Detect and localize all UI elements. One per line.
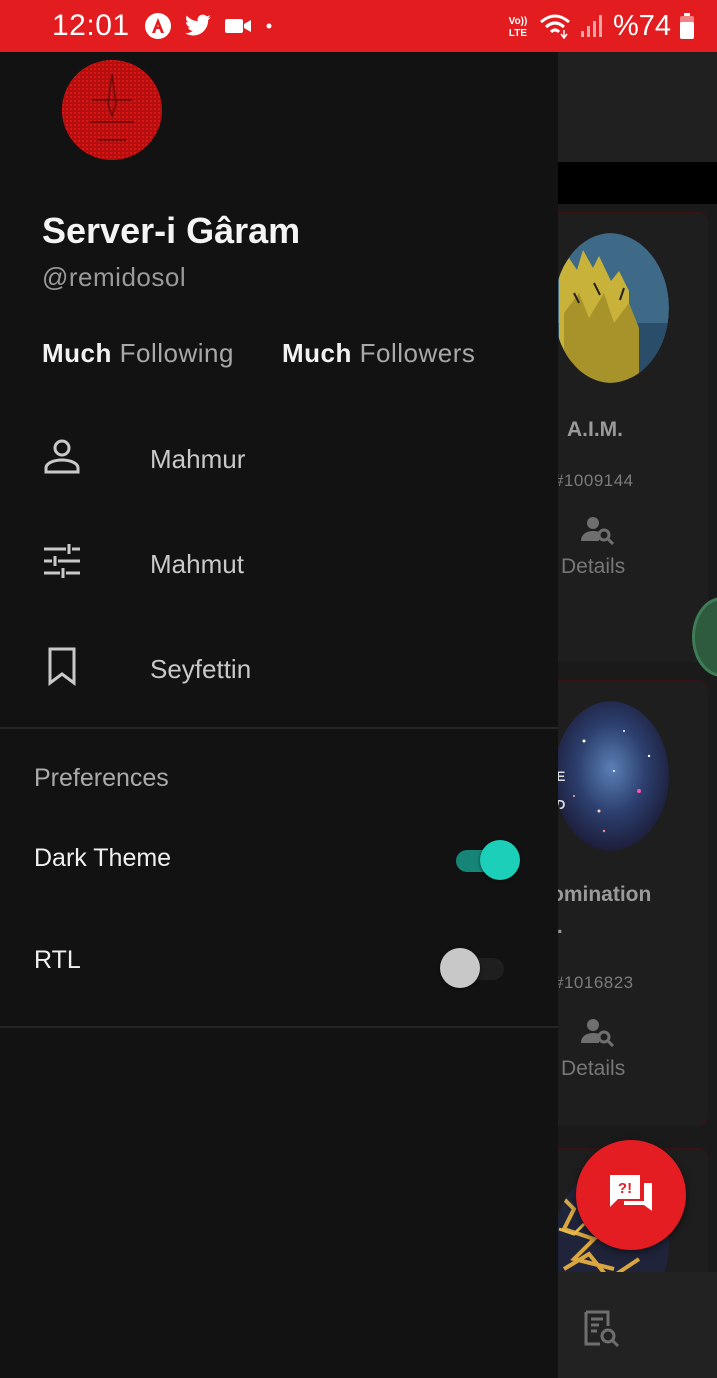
feedback-chat-icon: ?! bbox=[610, 1175, 652, 1211]
menu-divider bbox=[0, 727, 558, 729]
content-card[interactable]: A.I.M. #1009144 Details bbox=[548, 212, 708, 662]
dark-theme-switch[interactable] bbox=[456, 840, 520, 880]
angular-icon bbox=[144, 13, 171, 39]
drawer-item-mahmut[interactable]: Mahmut bbox=[0, 513, 558, 613]
volte-icon: Vo))LTE bbox=[509, 16, 528, 39]
avatar-image bbox=[62, 60, 162, 160]
navigation-drawer: Server-i Gâram @remidosol Much Following… bbox=[0, 52, 558, 1378]
wifi-icon bbox=[539, 14, 570, 40]
content-card[interactable]: E D omination .. #1016823 Details bbox=[548, 680, 708, 1126]
person-search-icon bbox=[581, 517, 615, 545]
status-bar: 12:01 Vo)) LTE %74 bbox=[0, 0, 717, 52]
followers-link[interactable]: Much Followers bbox=[282, 338, 475, 369]
drawer-item-seyfettin[interactable]: Seyfettin bbox=[0, 618, 558, 718]
following-label: Following bbox=[119, 338, 234, 368]
profile-name: Server-i Gâram bbox=[42, 210, 301, 251]
card-thumbnail-image bbox=[554, 233, 669, 383]
svg-text:Vo)): Vo)) bbox=[509, 16, 528, 27]
dark-theme-row[interactable]: Dark Theme bbox=[0, 820, 558, 900]
switch-thumb bbox=[480, 840, 520, 880]
followers-count: Much bbox=[282, 338, 352, 368]
status-system-icons: Vo)) LTE %74 bbox=[505, 10, 695, 43]
rtl-row[interactable]: RTL bbox=[0, 922, 558, 1002]
battery-icon bbox=[680, 13, 694, 39]
app-screen: 12:01 Vo)) LTE %74 A.I.M. #1009144 Detai… bbox=[0, 0, 717, 1378]
card-id: #1009144 bbox=[554, 471, 634, 490]
person-search-icon bbox=[581, 1019, 615, 1047]
avatar[interactable] bbox=[62, 60, 162, 160]
card-title: omination bbox=[551, 883, 652, 906]
feedback-fab-button[interactable]: ?! bbox=[576, 1140, 686, 1250]
video-camera-icon bbox=[224, 19, 251, 33]
following-count: Much bbox=[42, 338, 112, 368]
search-list-icon[interactable] bbox=[580, 1308, 620, 1348]
preferences-divider bbox=[0, 1026, 558, 1028]
battery-percentage: %74 bbox=[612, 9, 671, 42]
drawer-item-label: Mahmur bbox=[150, 444, 246, 474]
twitter-icon bbox=[184, 14, 211, 36]
card-title: A.I.M. bbox=[567, 418, 623, 441]
svg-text:LTE: LTE bbox=[509, 28, 527, 39]
svg-text:?!: ?! bbox=[618, 1180, 632, 1197]
tune-sliders-icon bbox=[44, 544, 80, 578]
rtl-switch[interactable] bbox=[440, 948, 504, 988]
signal-icon bbox=[580, 15, 602, 37]
preferences-heading: Preferences bbox=[34, 764, 169, 792]
drawer-item-mahmur[interactable]: Mahmur bbox=[0, 408, 558, 508]
drawer-item-label: Seyfettin bbox=[150, 654, 252, 684]
card-details-button[interactable]: Details bbox=[561, 1057, 625, 1081]
drawer-item-label: Mahmut bbox=[150, 549, 244, 579]
person-icon bbox=[44, 439, 80, 474]
card-thumbnail-image: E D bbox=[554, 701, 669, 851]
status-time: 12:01 bbox=[52, 9, 130, 42]
dot-icon bbox=[266, 23, 272, 29]
card-id: #1016823 bbox=[554, 973, 634, 992]
status-notification-icons bbox=[144, 12, 274, 40]
profile-handle: @remidosol bbox=[42, 262, 187, 292]
dark-theme-label: Dark Theme bbox=[34, 844, 172, 872]
rtl-label: RTL bbox=[34, 946, 81, 974]
bottom-navigation-bar bbox=[558, 1272, 717, 1378]
bookmark-icon bbox=[48, 647, 76, 686]
card-details-button[interactable]: Details bbox=[561, 555, 625, 579]
switch-thumb bbox=[440, 948, 480, 988]
following-link[interactable]: Much Following bbox=[42, 338, 234, 369]
followers-label: Followers bbox=[359, 338, 476, 368]
